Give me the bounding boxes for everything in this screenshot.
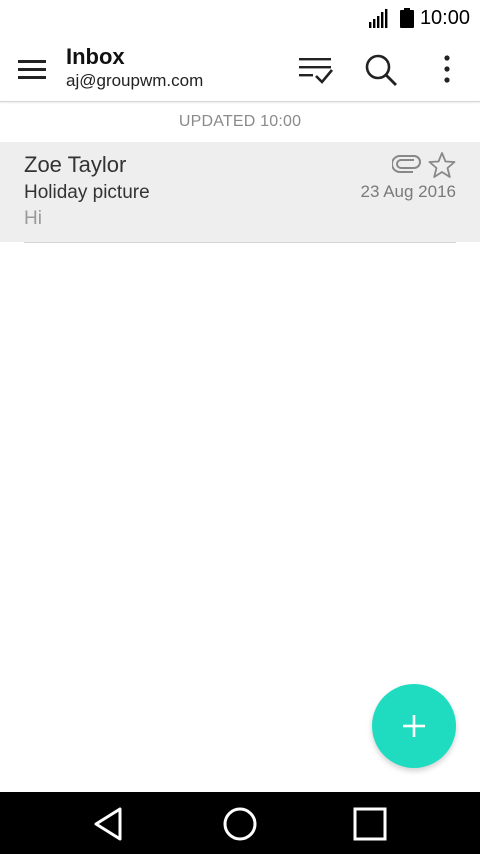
plus-icon — [403, 715, 425, 737]
home-button[interactable] — [220, 804, 260, 844]
navigation-bar — [0, 792, 480, 854]
app-bar: Inbox aj@groupwm.com — [0, 38, 480, 102]
message-preview: Hi — [24, 208, 42, 229]
title-block: Inbox aj@groupwm.com — [66, 44, 203, 92]
star-icon[interactable] — [428, 151, 456, 179]
more-vert-icon — [444, 55, 450, 83]
sender-name: Zoe Taylor — [24, 152, 127, 177]
menu-button[interactable] — [14, 54, 52, 86]
search-icon — [365, 54, 397, 86]
updated-label: UPDATED 10:00 — [178, 113, 302, 130]
account-email: aj@groupwm.com — [66, 71, 204, 90]
list-item[interactable]: Zoe Taylor Holiday picture Hi 23 Aug 201… — [0, 142, 480, 242]
back-button[interactable] — [90, 804, 130, 844]
message-subject: Holiday picture — [24, 182, 150, 203]
recents-icon — [353, 807, 387, 841]
status-bar: 10:00 — [0, 0, 480, 38]
back-icon — [94, 807, 122, 841]
select-list-icon — [299, 58, 333, 84]
message-date: 23 Aug 2016 — [360, 182, 456, 201]
page-title: Inbox — [66, 44, 125, 69]
compose-button[interactable] — [372, 684, 456, 768]
clock: 10:00 — [419, 7, 470, 29]
menu-icon — [18, 60, 46, 79]
more-options-button[interactable] — [430, 52, 464, 88]
battery-icon — [400, 8, 414, 28]
signal-icon — [369, 9, 388, 28]
attachment-icon — [392, 155, 421, 173]
recents-button[interactable] — [350, 804, 390, 844]
divider — [24, 242, 456, 243]
search-button[interactable] — [361, 52, 401, 88]
select-list-button[interactable] — [296, 52, 336, 88]
home-icon — [223, 807, 257, 841]
